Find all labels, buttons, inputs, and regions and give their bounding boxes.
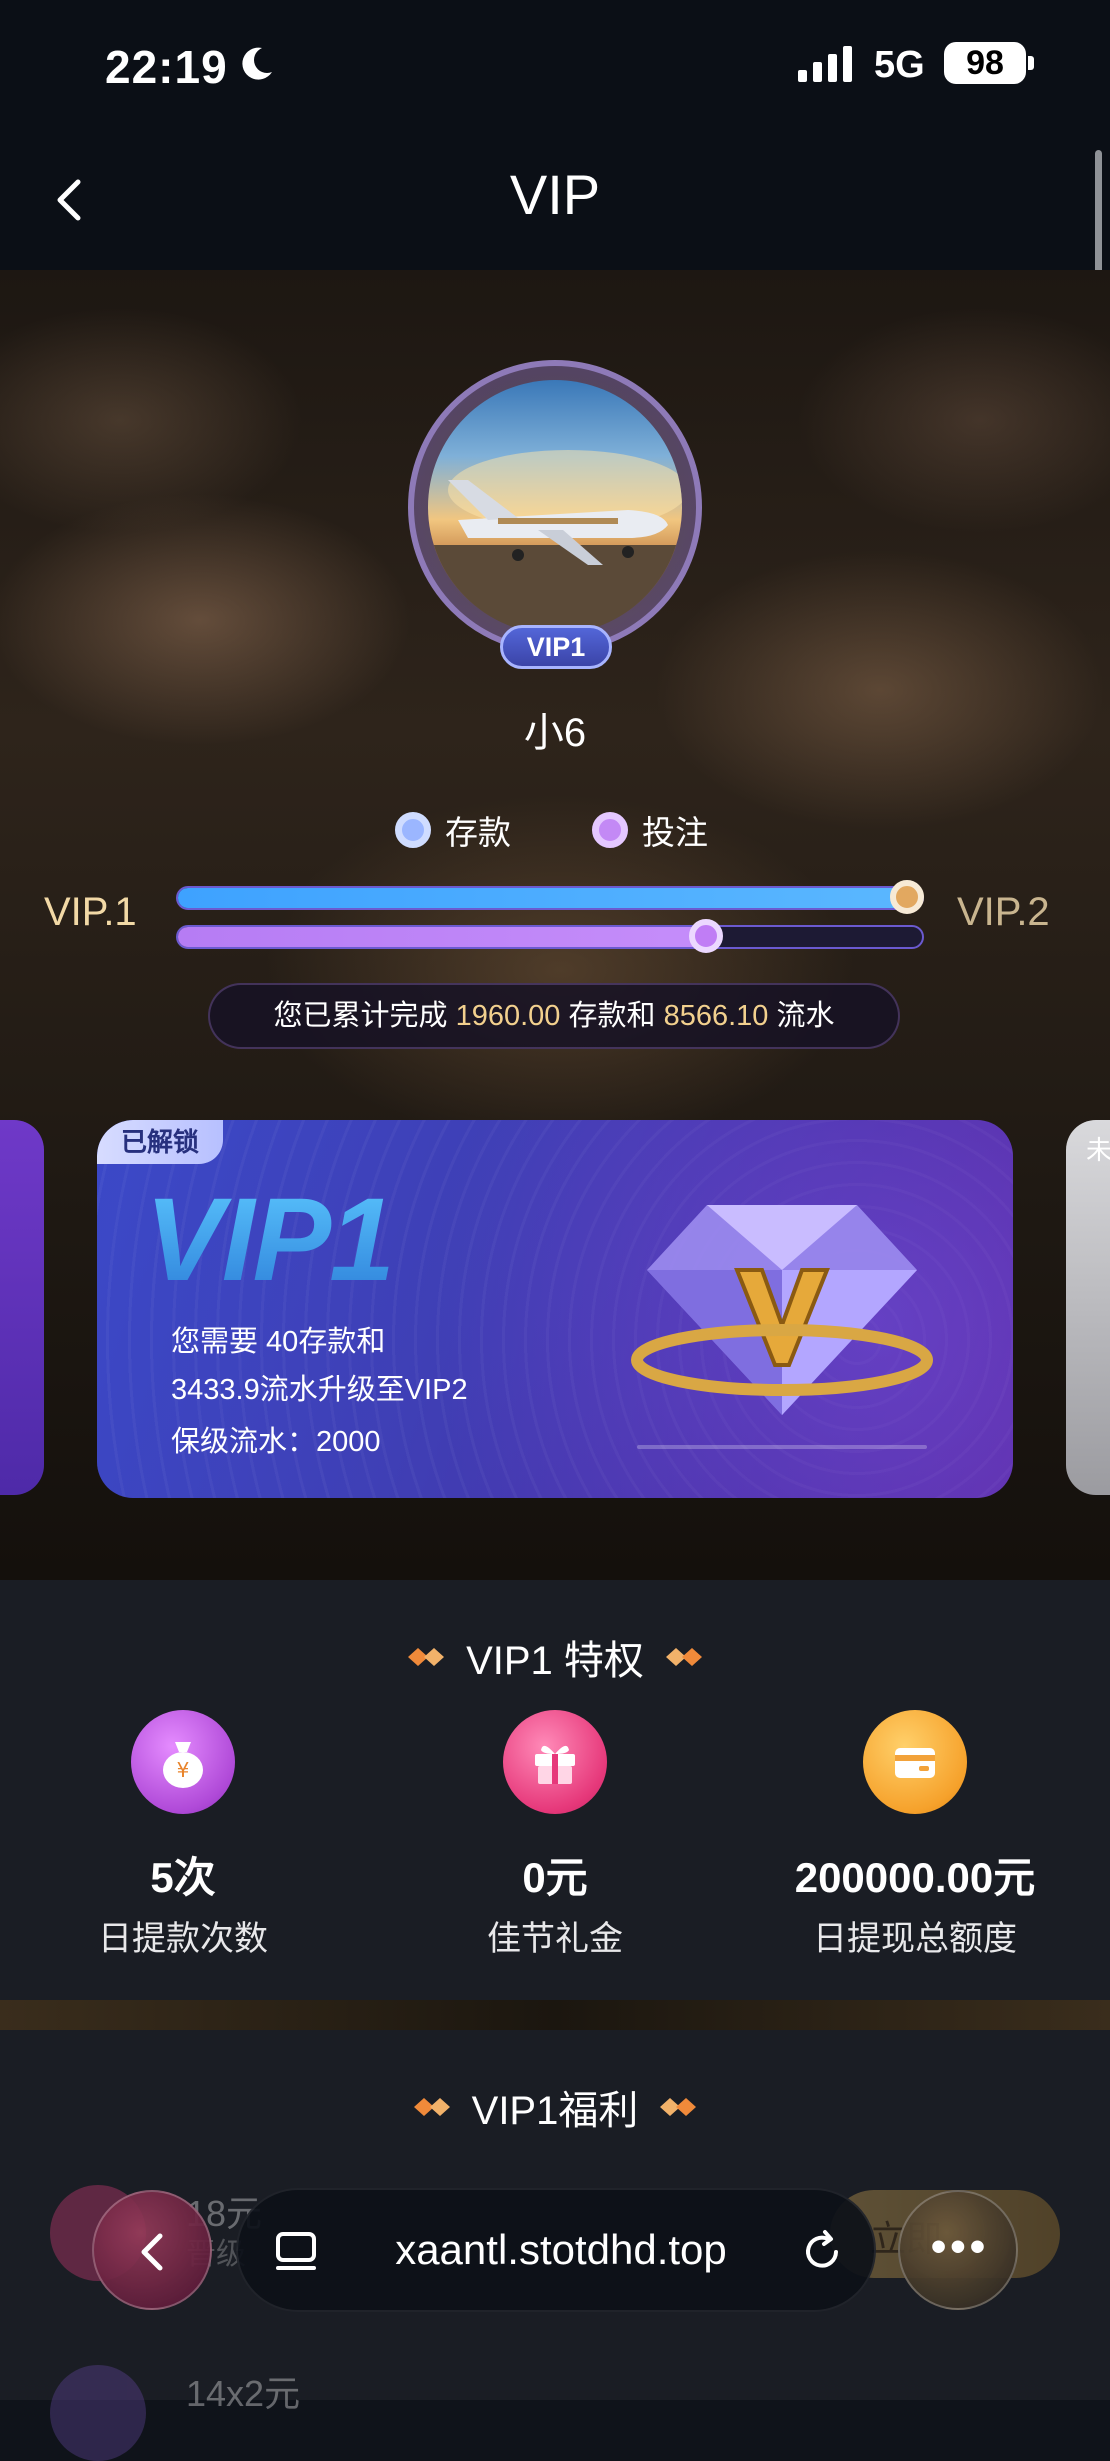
diamond-deco-icon <box>413 2098 450 2116</box>
vip-level-badge: VIP1 <box>500 625 612 669</box>
summary-mid: 存款和 <box>568 1000 656 1032</box>
battery-tip <box>1028 56 1034 70</box>
battery-icon: 98 <box>944 42 1026 84</box>
card-level-title: VIP1 <box>145 1174 395 1306</box>
welfare-amount: 14x2元 <box>186 2373 301 2414</box>
chevron-left-icon <box>141 2233 163 2271</box>
privilege-label: 日提款次数 <box>98 1920 268 1958</box>
bet-progress-fill <box>178 927 707 947</box>
network-type: 5G <box>874 44 925 86</box>
next-level-label: VIP.2 <box>957 890 1050 934</box>
privileges-title: VIP1 特权 <box>0 1628 1110 1686</box>
privilege-item: 200000.00元 日提现总额度 <box>745 1710 1085 1960</box>
upgrade-requirement-line1: 您需要 40存款和 <box>171 1326 386 1358</box>
status-bar: 22:19 5G 98 <box>0 0 1110 130</box>
gift-icon <box>50 2365 146 2461</box>
svg-text:¥: ¥ <box>177 1758 190 1782</box>
vip-level-card[interactable]: 已解锁 VIP1 您需要 40存款和 3433.9流水升级至VIP2 保级流水：… <box>97 1120 1013 1498</box>
progress-summary: 您已累计完成 1960.00 存款和 8566.10 流水 <box>208 983 900 1049</box>
wallet-card-icon <box>863 1710 967 1814</box>
legend-bet-label: 投注 <box>642 814 708 851</box>
turnover-amount: 8566.10 <box>663 1000 769 1032</box>
money-bag-icon: ¥ <box>131 1710 235 1814</box>
privilege-value: 5次 <box>150 1854 216 1901</box>
diamond-deco-icon <box>665 1648 702 1666</box>
privilege-value: 200000.00元 <box>794 1854 1036 1901</box>
privilege-item: ¥ 5次 日提款次数 <box>13 1710 353 1960</box>
browser-back-button[interactable] <box>92 2190 212 2310</box>
legend-deposit: 存款 <box>395 808 511 852</box>
deposit-progress-knob <box>890 880 925 914</box>
status-time: 22:19 <box>105 41 228 93</box>
bet-dot-icon <box>592 812 628 848</box>
next-vip-card[interactable]: 未 <box>1066 1120 1110 1495</box>
diamond-v-icon <box>631 1205 933 1449</box>
browser-more-button[interactable]: ••• <box>898 2190 1018 2310</box>
browser-address-bar[interactable]: xaantl.stotdhd.top <box>236 2188 876 2312</box>
next-card-tag: 未 <box>1086 1135 1110 1165</box>
current-level-label: VIP.1 <box>44 890 137 934</box>
privilege-value: 0元 <box>522 1854 588 1901</box>
legend-bet: 投注 <box>592 808 708 852</box>
deposit-progress-fill <box>178 888 908 908</box>
url-text[interactable]: xaantl.stotdhd.top <box>238 2226 878 2274</box>
privilege-label: 佳节礼金 <box>487 1920 623 1958</box>
privileges-title-text: VIP1 特权 <box>466 1639 644 1683</box>
diamond-deco-icon <box>660 2098 697 2116</box>
welfare-title: VIP1福利 <box>0 2078 1110 2136</box>
gift-icon <box>503 1710 607 1814</box>
bet-progress-knob <box>689 919 724 953</box>
retention-turnover: 保级流水：2000 <box>171 1426 381 1458</box>
username: 小6 <box>523 711 587 755</box>
legend-deposit-label: 存款 <box>445 814 511 851</box>
summary-prefix: 您已累计完成 <box>273 1000 448 1032</box>
avatar[interactable] <box>428 380 682 634</box>
upgrade-requirement-line2: 3433.9流水升级至VIP2 <box>171 1374 468 1406</box>
diamond-deco-icon <box>408 1648 445 1666</box>
section-divider <box>0 2000 1110 2030</box>
summary-suffix: 流水 <box>776 1000 835 1032</box>
privilege-label: 日提现总额度 <box>813 1920 1017 1958</box>
jet-icon <box>428 450 682 634</box>
deposit-progress-bar <box>176 880 925 914</box>
privileges-section: VIP1 特权 ¥ 5次 日提款次数 0元 佳节礼金 200000.00元 日提… <box>0 1580 1110 2000</box>
unlocked-tag: 已解锁 <box>97 1120 223 1164</box>
welfare-title-text: VIP1福利 <box>471 2089 639 2133</box>
signal-icon <box>798 46 852 82</box>
bet-progress-bar <box>176 919 924 953</box>
previous-vip-card[interactable] <box>0 1120 44 1495</box>
more-icon: ••• <box>930 2222 990 2271</box>
deposit-dot-icon <box>395 812 431 848</box>
page-title: VIP <box>509 163 601 226</box>
nav-bar: VIP <box>0 130 1110 270</box>
moon-icon <box>242 47 272 80</box>
privilege-item: 0元 佳节礼金 <box>385 1710 725 1960</box>
reload-icon[interactable] <box>798 2228 846 2276</box>
deposit-amount: 1960.00 <box>455 1000 561 1032</box>
